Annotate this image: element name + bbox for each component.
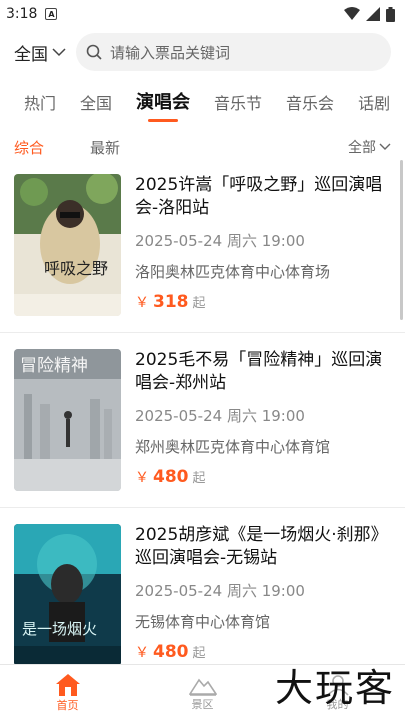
currency-symbol: ￥ — [135, 645, 149, 661]
price-suffix: 起 — [192, 471, 206, 486]
tab-music-festival[interactable]: 音乐节 — [214, 90, 262, 122]
svg-text:冒险精神: 冒险精神 — [20, 356, 88, 376]
event-poster[interactable]: 冒险精神 — [14, 349, 121, 491]
svg-text:呼吸之野: 呼吸之野 — [44, 259, 108, 278]
event-date: 2025-05-24 周六 19:00 — [135, 407, 305, 425]
mountain-icon — [188, 678, 217, 696]
event-title[interactable]: 2025毛不易「冒险精神」巡回演唱会-郑州站 — [135, 349, 391, 395]
status-bar: 3:18 A — [0, 0, 405, 28]
search-icon — [86, 44, 102, 60]
tab-music-concert[interactable]: 音乐会 — [286, 90, 334, 122]
price-value: 318 — [153, 292, 189, 312]
watermark-logo: 大玩客 — [274, 666, 395, 710]
category-tabs: 热门 全国 演唱会 音乐节 音乐会 话剧 — [0, 80, 405, 122]
currency-symbol: ￥ — [135, 470, 149, 486]
home-icon — [55, 673, 80, 696]
list-item[interactable]: 是一场烟火 2025胡彦斌《是一场烟火·刹那》巡回演唱会-无锡站 2025-05… — [0, 508, 405, 664]
region-label: 全国 — [14, 44, 48, 65]
event-poster[interactable]: 呼吸之野 — [14, 174, 121, 316]
notification-a-icon: A — [45, 8, 58, 20]
filter-latest[interactable]: 最新 — [90, 137, 120, 158]
event-price: ￥ 318 起 — [135, 292, 391, 312]
price-suffix: 起 — [192, 296, 206, 311]
event-list: 呼吸之野 2025许嵩「呼吸之野」巡回演唱会-洛阳站 2025-05-24 周六… — [0, 158, 405, 664]
nav-scenic-label: 景区 — [191, 697, 214, 711]
currency-symbol: ￥ — [135, 295, 149, 311]
svg-text:是一场烟火: 是一场烟火 — [22, 620, 97, 638]
chevron-down-icon — [52, 48, 66, 57]
nav-scenic[interactable]: 景区 — [135, 665, 270, 720]
search-placeholder: 请输入票品关键词 — [110, 43, 231, 62]
tab-hot[interactable]: 热门 — [24, 90, 56, 122]
filter-all-label: 全部 — [348, 140, 376, 156]
status-time: 3:18 — [6, 6, 38, 22]
top-bar: 全国 请输入票品关键词 — [0, 28, 405, 72]
search-input[interactable]: 请输入票品关键词 — [76, 33, 391, 71]
event-title[interactable]: 2025胡彦斌《是一场烟火·刹那》巡回演唱会-无锡站 — [135, 524, 391, 570]
nav-home[interactable]: 首页 — [0, 665, 135, 720]
wifi-icon — [344, 7, 360, 20]
event-venue: 郑州奥林匹克体育中心体育馆 — [135, 438, 331, 456]
region-selector[interactable]: 全国 — [14, 40, 76, 65]
list-item[interactable]: 冒险精神 2025毛不易「冒险精神」巡回演唱会-郑州站 2025-05-24 周… — [0, 333, 405, 508]
event-title[interactable]: 2025许嵩「呼吸之野」巡回演唱会-洛阳站 — [135, 174, 391, 220]
tab-drama[interactable]: 话剧 — [358, 90, 390, 122]
filter-all-dropdown[interactable]: 全部 — [348, 137, 391, 157]
price-suffix: 起 — [192, 646, 206, 661]
nav-home-label: 首页 — [56, 698, 79, 712]
scrollbar[interactable] — [400, 160, 403, 320]
chevron-down-icon — [379, 143, 391, 150]
signal-icon — [366, 7, 380, 21]
price-value: 480 — [153, 642, 189, 662]
event-poster[interactable]: 是一场烟火 — [14, 524, 121, 664]
event-price: ￥ 480 起 — [135, 467, 391, 487]
tab-concert[interactable]: 演唱会 — [136, 88, 190, 122]
event-venue: 洛阳奥林匹克体育中心体育场 — [135, 263, 331, 281]
tab-national[interactable]: 全国 — [80, 90, 112, 122]
event-date: 2025-05-24 周六 19:00 — [135, 232, 305, 250]
event-date: 2025-05-24 周六 19:00 — [135, 582, 305, 600]
filter-comprehensive[interactable]: 综合 — [14, 137, 44, 158]
battery-icon — [386, 6, 395, 22]
list-item[interactable]: 呼吸之野 2025许嵩「呼吸之野」巡回演唱会-洛阳站 2025-05-24 周六… — [0, 158, 405, 333]
price-value: 480 — [153, 467, 189, 487]
event-venue: 无锡体育中心体育馆 — [135, 613, 271, 631]
